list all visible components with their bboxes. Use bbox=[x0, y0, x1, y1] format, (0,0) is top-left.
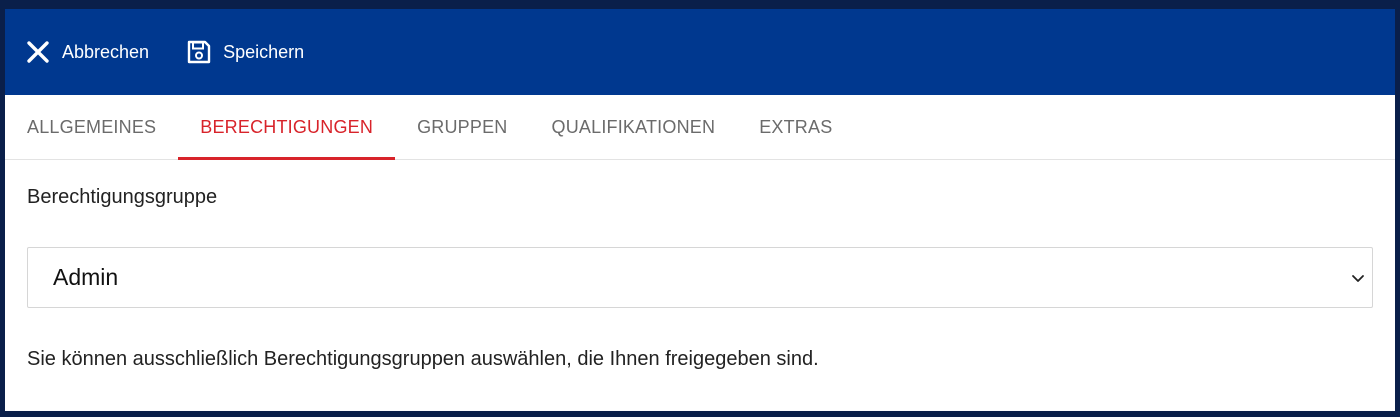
save-icon bbox=[187, 40, 211, 64]
tab-gruppen[interactable]: GRUPPEN bbox=[395, 95, 529, 159]
cancel-button[interactable]: Abbrechen bbox=[26, 40, 149, 64]
save-button[interactable]: Speichern bbox=[187, 40, 304, 64]
permission-group-select[interactable]: Admin bbox=[27, 247, 1373, 308]
toolbar: Abbrechen Speichern bbox=[5, 9, 1395, 95]
form-section: Berechtigungsgruppe Admin Sie können aus… bbox=[5, 160, 1395, 371]
tab-allgemeines[interactable]: ALLGEMEINES bbox=[5, 95, 178, 159]
dialog-panel: Abbrechen Speichern ALLGEMEINES BERECHTI… bbox=[5, 9, 1395, 411]
tab-bar: ALLGEMEINES BERECHTIGUNGEN GRUPPEN QUALI… bbox=[5, 95, 1395, 160]
chevron-down-icon bbox=[1350, 270, 1366, 286]
permission-group-label: Berechtigungsgruppe bbox=[27, 186, 218, 208]
permission-hint-text: Sie können ausschließlich Berechtigungsg… bbox=[27, 348, 819, 370]
permission-group-value: Admin bbox=[53, 264, 119, 290]
tab-berechtigungen[interactable]: BERECHTIGUNGEN bbox=[178, 95, 395, 160]
tab-qualifikationen[interactable]: QUALIFIKATIONEN bbox=[530, 95, 738, 159]
save-label: Speichern bbox=[223, 41, 305, 62]
tab-extras[interactable]: EXTRAS bbox=[737, 95, 854, 159]
close-icon bbox=[26, 40, 50, 64]
cancel-label: Abbrechen bbox=[62, 41, 150, 62]
